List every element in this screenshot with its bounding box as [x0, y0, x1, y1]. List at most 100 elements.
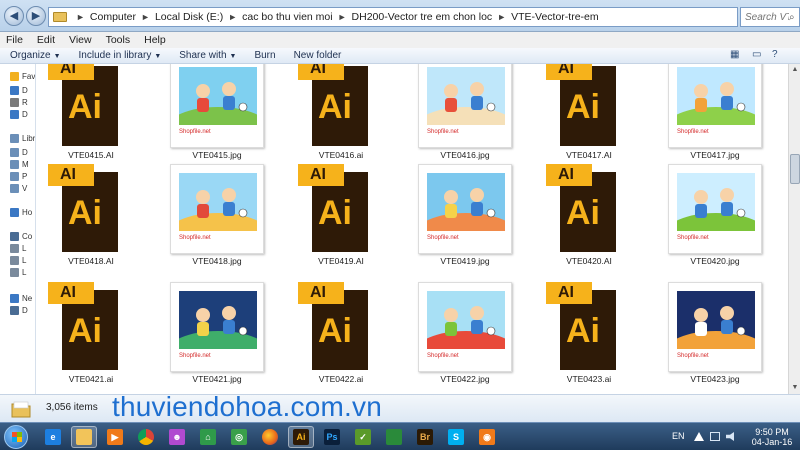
scroll-down-icon[interactable]: ▼	[789, 382, 800, 394]
image-thumbnail: Shopfile.net	[668, 64, 762, 148]
file-name: VTE0419.AI	[318, 256, 364, 266]
jpg-file-item[interactable]: Shopfile.net VTE0419.jpg	[410, 164, 520, 282]
search-icon[interactable]: ⌕	[789, 12, 795, 23]
help-icon[interactable]: ?	[772, 49, 778, 60]
nav-item[interactable]: D	[10, 108, 28, 120]
taskbar-app12-button[interactable]	[381, 426, 407, 448]
chevron-down-icon: ▼	[154, 53, 162, 60]
app11-icon: ✓	[355, 429, 371, 445]
taskbar-app11-button[interactable]: ✓	[350, 426, 376, 448]
taskbar-app5-button[interactable]: ☻	[164, 426, 190, 448]
thumbnail-artwork	[427, 291, 505, 349]
ai-file-item[interactable]: AI Ai VTE0415.AI	[36, 64, 146, 176]
chevron-right-icon[interactable]: ►	[76, 12, 85, 22]
ai-file-item[interactable]: AI Ai VTE0419.AI	[286, 164, 396, 282]
menu-edit[interactable]: Edit	[37, 34, 55, 46]
share-with-button[interactable]: Share with ▼	[179, 50, 236, 61]
nav-item[interactable]: R	[10, 96, 28, 108]
clock[interactable]: 9:50 PM 04-Jan-16	[748, 427, 796, 447]
scroll-up-icon[interactable]: ▲	[789, 64, 800, 76]
breadcrumb-local-disk[interactable]: Local Disk (E:)	[155, 11, 223, 23]
jpg-file-item[interactable]: Shopfile.net VTE0420.jpg	[660, 164, 770, 282]
nav-item[interactable]: P	[10, 170, 27, 182]
search-input[interactable]	[745, 11, 789, 23]
jpg-file-item[interactable]: Shopfile.net VTE0423.jpg	[660, 282, 770, 394]
jpg-file-item[interactable]: Shopfile.net VTE0417.jpg	[660, 64, 770, 176]
nav-item[interactable]: L	[10, 242, 26, 254]
image-thumbnail: Shopfile.net	[418, 64, 512, 148]
volume-icon[interactable]	[726, 432, 734, 441]
taskbar-media-button[interactable]: ▶	[102, 426, 128, 448]
nav-item[interactable]: M	[10, 158, 29, 170]
nav-item[interactable]: Co	[10, 230, 32, 242]
organize-button[interactable]: Organize ▼	[10, 50, 61, 61]
taskbar-app15-button[interactable]: ◉	[474, 426, 500, 448]
jpg-file-item[interactable]: Shopfile.net VTE0418.jpg	[162, 164, 272, 282]
thumbnail-frame: Shopfile.net	[418, 282, 512, 372]
image-thumbnail: Shopfile.net	[170, 282, 264, 372]
start-button[interactable]	[4, 425, 28, 449]
burn-button[interactable]: Burn	[254, 50, 275, 61]
chevron-right-icon[interactable]: ►	[338, 12, 347, 22]
menu-help[interactable]: Help	[144, 34, 166, 46]
back-button[interactable]: ◀	[4, 6, 24, 26]
nav-item[interactable]: D	[10, 84, 28, 96]
breadcrumb-current-folder[interactable]: VTE-Vector-tre-em	[511, 11, 599, 23]
nav-item[interactable]: D	[10, 304, 28, 316]
menu-view[interactable]: View	[69, 34, 92, 46]
nav-item[interactable]: D	[10, 146, 28, 158]
address-bar[interactable]: ► Computer ► Local Disk (E:) ► cac bo th…	[48, 7, 738, 27]
nav-item[interactable]: Libr	[10, 132, 35, 144]
ai-file-item[interactable]: AI Ai VTE0421.ai	[36, 282, 146, 394]
language-indicator[interactable]: EN	[672, 431, 685, 441]
taskbar-ie-button[interactable]: e	[40, 426, 66, 448]
nav-item-label: D	[22, 147, 28, 157]
illustrator-file-icon: AI Ai	[294, 64, 388, 148]
illustrator-file-icon: AI Ai	[542, 64, 636, 148]
jpg-file-item[interactable]: Shopfile.net VTE0422.jpg	[410, 282, 520, 394]
taskbar-bridge-button[interactable]: Br	[412, 426, 438, 448]
taskbar-app6-button[interactable]: ⌂	[195, 426, 221, 448]
taskbar-illustrator-button[interactable]: Ai	[288, 426, 314, 448]
taskbar-photoshop-button[interactable]: Ps	[319, 426, 345, 448]
nav-item[interactable]: L	[10, 254, 26, 266]
ai-file-item[interactable]: AI Ai VTE0420.AI	[534, 164, 644, 282]
nav-item[interactable]: V	[10, 182, 27, 194]
nav-item[interactable]: Ho	[10, 206, 32, 218]
view-options-icon[interactable]: ▦	[730, 49, 739, 60]
taskbar-explorer-button[interactable]	[71, 426, 97, 448]
chevron-right-icon[interactable]: ►	[141, 12, 150, 22]
nav-item[interactable]: L	[10, 266, 26, 278]
vertical-scrollbar[interactable]: ▲ ▼	[788, 64, 800, 394]
scrollbar-thumb[interactable]	[790, 154, 800, 184]
ai-file-item[interactable]: AI Ai VTE0417.AI	[534, 64, 644, 176]
jpg-file-item[interactable]: Shopfile.net VTE0416.jpg	[410, 64, 520, 176]
network-icon[interactable]	[710, 432, 720, 441]
jpg-file-item[interactable]: Shopfile.net VTE0415.jpg	[162, 64, 272, 176]
show-hidden-icons-icon[interactable]	[694, 432, 704, 441]
jpg-file-item[interactable]: Shopfile.net VTE0421.jpg	[162, 282, 272, 394]
breadcrumb-computer[interactable]: Computer	[90, 11, 136, 23]
taskbar-chrome-button[interactable]	[133, 426, 159, 448]
breadcrumb-library-folder[interactable]: cac bo thu vien moi	[242, 11, 332, 23]
taskbar-app7-button[interactable]: ◎	[226, 426, 252, 448]
taskbar-skype-button[interactable]: S	[443, 426, 469, 448]
thumbnail-frame: Shopfile.net	[170, 164, 264, 254]
menu-tools[interactable]: Tools	[106, 34, 131, 46]
chevron-right-icon[interactable]: ►	[228, 12, 237, 22]
new-folder-button[interactable]: New folder	[294, 50, 342, 61]
ai-file-item[interactable]: AI Ai VTE0422.ai	[286, 282, 396, 394]
search-box[interactable]: ⌕	[740, 7, 800, 27]
ai-file-item[interactable]: AI Ai VTE0418.AI	[36, 164, 146, 282]
include-in-library-button[interactable]: Include in library ▼	[79, 50, 162, 61]
ai-file-item[interactable]: AI Ai VTE0423.ai	[534, 282, 644, 394]
menu-file[interactable]: File	[6, 34, 23, 46]
breadcrumb-dh200-folder[interactable]: DH200-Vector tre em chon loc	[352, 11, 493, 23]
taskbar-firefox-button[interactable]	[257, 426, 283, 448]
nav-item[interactable]: Ne	[10, 292, 32, 304]
nav-item[interactable]: Fav	[10, 70, 35, 82]
chevron-right-icon[interactable]: ►	[497, 12, 506, 22]
forward-button[interactable]: ▶	[26, 6, 46, 26]
ai-file-item[interactable]: AI Ai VTE0416.ai	[286, 64, 396, 176]
preview-pane-icon[interactable]: ▭	[752, 49, 761, 60]
